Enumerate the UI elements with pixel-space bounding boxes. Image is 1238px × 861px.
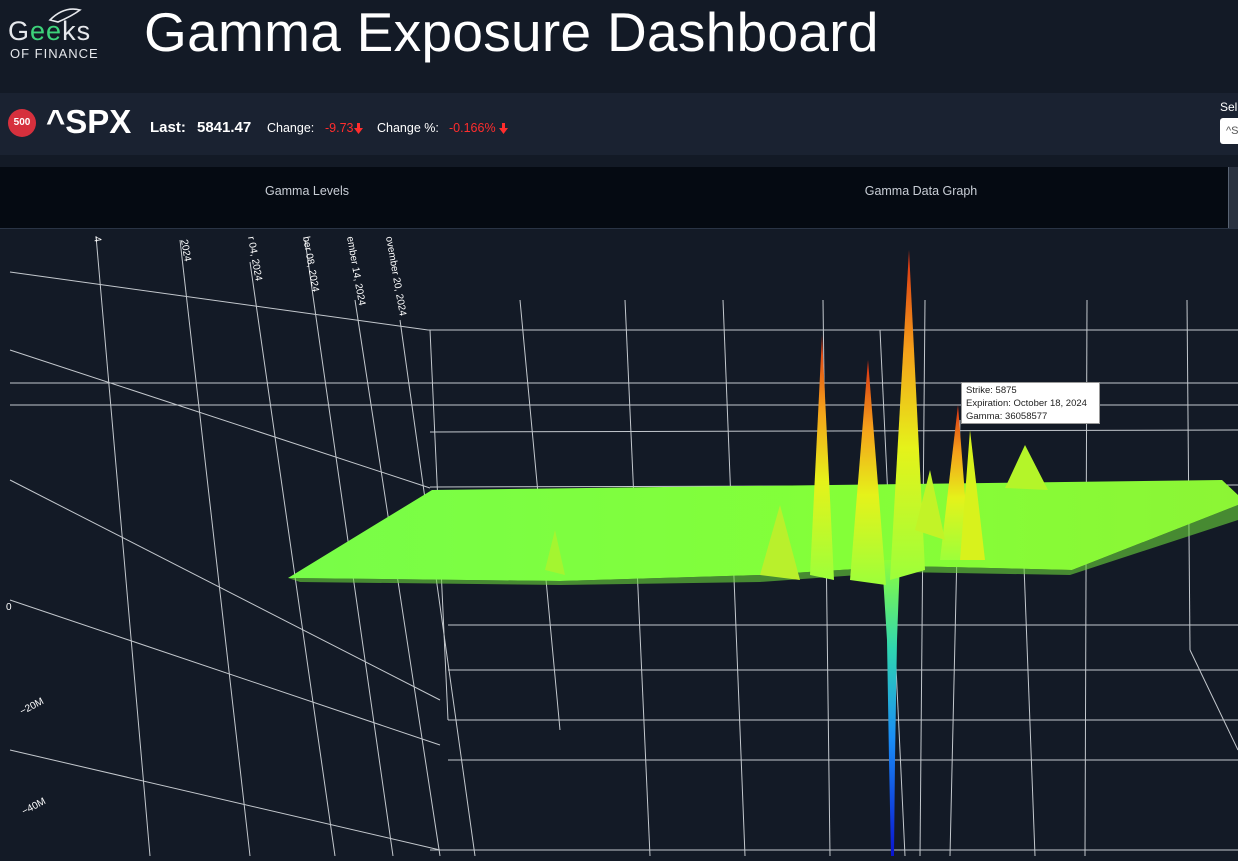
x-tick: ovember 20, 2024 <box>383 236 408 318</box>
change-label: Change: <box>267 121 315 135</box>
logo-wordmark: Geeks <box>8 16 92 46</box>
down-arrow-icon <box>499 123 508 134</box>
page-title: Gamma Exposure Dashboard <box>144 1 879 63</box>
tab-gamma-levels[interactable]: Gamma Levels <box>0 167 614 228</box>
last-value: 5841.47 <box>197 119 252 136</box>
z-axis-ticks: 0 −20M −40M <box>6 602 48 818</box>
x-tick: ber 08, 2024 <box>300 236 321 294</box>
gamma-trough <box>882 560 900 856</box>
tab-next-edge[interactable] <box>1228 167 1238 228</box>
header: Geeks OF FINANCE Gamma Exposure Dashboar… <box>0 0 1238 78</box>
last-label: Last: <box>150 119 186 136</box>
change-value: -9.73 <box>325 121 354 135</box>
tooltip-strike: Strike: 5875 <box>966 385 1017 396</box>
change-pct-label: Change %: <box>377 121 439 135</box>
index-badge: 500 <box>8 109 36 137</box>
surface-plot: 4 2024 r 04, 2024 ber 08, 2024 ember 14,… <box>6 236 1238 857</box>
hover-tooltip: Strike: 5875 Expiration: October 18, 202… <box>961 382 1100 424</box>
tab-gamma-data-graph[interactable]: Gamma Data Graph <box>614 167 1228 228</box>
tooltip-expiration: Expiration: October 18, 2024 <box>966 398 1087 409</box>
z-tick: 0 <box>6 602 12 613</box>
x-tick: r 04, 2024 <box>245 236 264 283</box>
tooltip-gamma: Gamma: 36058577 <box>966 411 1048 422</box>
select-symbol-label: Sel <box>1220 100 1238 114</box>
x-tick: ember 14, 2024 <box>344 236 367 307</box>
geeks-of-finance-logo[interactable]: Geeks OF FINANCE <box>8 8 132 61</box>
change-pct-value: -0.166% <box>449 121 496 135</box>
z-tick: −40M <box>20 796 48 818</box>
x-tick: 2024 <box>178 239 193 263</box>
z-tick: −20M <box>18 696 46 718</box>
logo-subtitle: OF FINANCE <box>10 46 99 61</box>
tab-bar: Gamma Levels Gamma Data Graph <box>0 167 1238 229</box>
ticker-symbol: ^SPX <box>46 103 132 140</box>
down-arrow-icon <box>354 123 363 134</box>
gamma-3d-surface-chart[interactable]: 4 2024 r 04, 2024 ber 08, 2024 ember 14,… <box>0 230 1238 857</box>
symbol-select[interactable]: ^S <box>1220 118 1238 144</box>
